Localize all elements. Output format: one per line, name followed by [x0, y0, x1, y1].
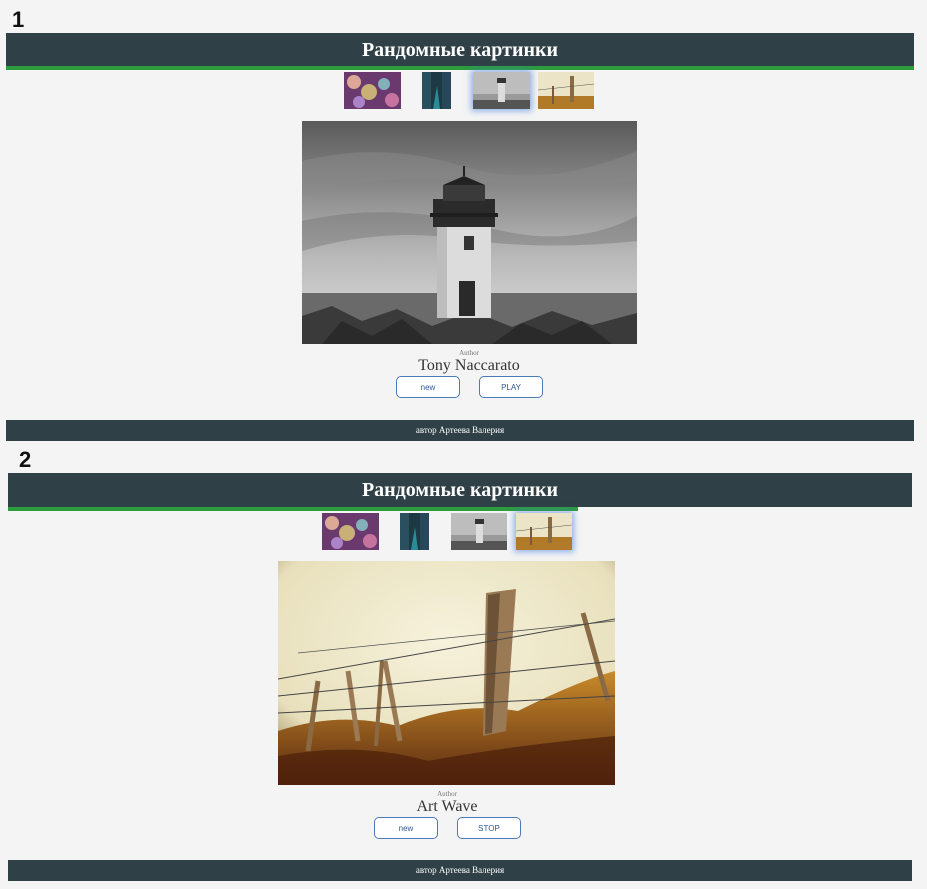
page-footer: автор Артеева Валерия: [6, 420, 914, 441]
lighthouse-image: [451, 513, 507, 550]
new-button[interactable]: new: [374, 817, 438, 839]
author-label: Author: [459, 349, 479, 357]
page-title: Рандомные картинки: [361, 479, 559, 501]
step-number: 2: [19, 447, 32, 472]
fence-thumbnail[interactable]: [538, 72, 594, 109]
fence-thumbnail[interactable]: [516, 513, 572, 550]
fence-photo: [278, 561, 615, 785]
play-button[interactable]: PLAY: [479, 376, 543, 398]
slideshow-progress: [8, 507, 912, 511]
page-header: Рандомные картинки: [6, 33, 914, 67]
street-image: [422, 72, 451, 109]
bokeh-image: [322, 513, 379, 550]
footer-credit: автор Артеева Валерия: [415, 865, 505, 875]
street-image: [400, 513, 429, 550]
page-header: Рандомные картинки: [8, 473, 912, 507]
fence-image: [516, 513, 572, 550]
page-title: Рандомные картинки: [361, 39, 559, 61]
street-thumbnail[interactable]: [422, 72, 451, 109]
lighthouse-thumbnail[interactable]: [451, 513, 507, 550]
main-image: [302, 121, 637, 344]
lighthouse-photo: [302, 121, 637, 344]
footer-credit: автор Артеева Валерия: [415, 425, 505, 435]
slideshow-progress-fill: [6, 66, 914, 70]
fence-image: [538, 72, 594, 109]
new-button[interactable]: new: [396, 376, 460, 398]
lighthouse-thumbnail[interactable]: [473, 72, 530, 109]
author-label: Author: [437, 790, 457, 798]
author-name: Art Wave: [416, 798, 478, 815]
bokeh-thumbnail[interactable]: [322, 513, 379, 550]
author-name: Tony Naccarato: [418, 357, 520, 374]
slideshow-progress-fill: [8, 507, 578, 511]
lighthouse-image: [473, 72, 530, 109]
step-number: 1: [12, 7, 25, 32]
bokeh-thumbnail[interactable]: [344, 72, 401, 109]
main-image: [278, 561, 615, 785]
page-footer: автор Артеева Валерия: [8, 860, 912, 881]
street-thumbnail[interactable]: [400, 513, 429, 550]
slideshow-progress: [6, 66, 914, 70]
bokeh-image: [344, 72, 401, 109]
stop-button[interactable]: STOP: [457, 817, 521, 839]
